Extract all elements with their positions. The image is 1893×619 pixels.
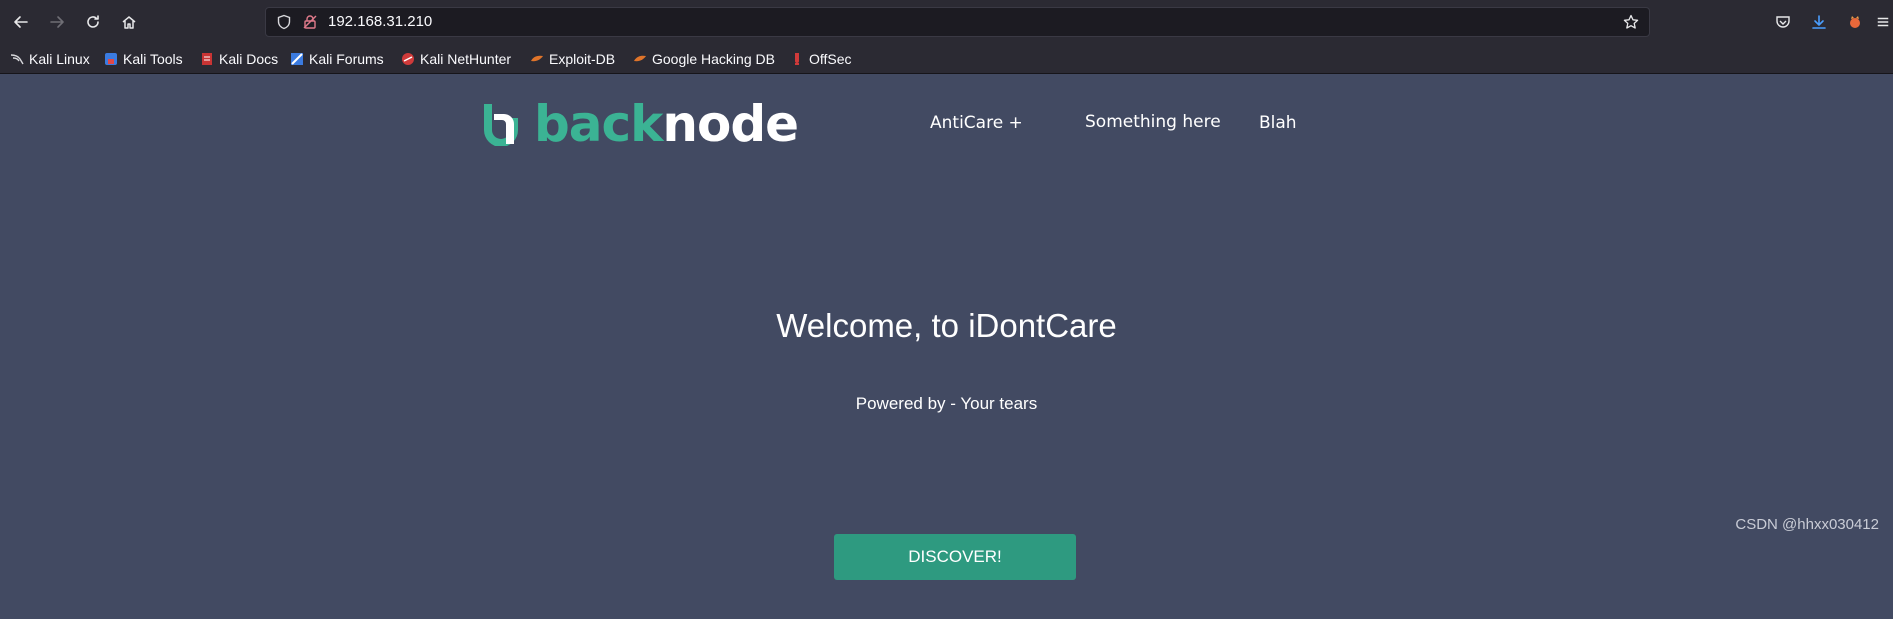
back-button[interactable]	[8, 9, 34, 35]
watermark: CSDN @hhxx030412	[1735, 516, 1879, 533]
forward-button[interactable]	[44, 9, 70, 35]
bookmark-label: Kali Linux	[29, 51, 90, 67]
pocket-button[interactable]	[1773, 12, 1793, 32]
bookmark-kali-docs[interactable]: Kali Docs	[200, 49, 278, 69]
bookmark-google-hacking-db[interactable]: Google Hacking DB	[633, 49, 775, 69]
browser-toolbar: 192.168.31.210	[0, 0, 1893, 44]
downloads-button[interactable]	[1809, 12, 1829, 32]
kali-docs-icon	[202, 53, 212, 65]
arrow-left-icon	[14, 16, 28, 28]
home-button[interactable]	[116, 9, 142, 35]
bookmark-kali-nethunter[interactable]: Kali NetHunter	[401, 49, 511, 69]
nav-link-blah[interactable]: Blah	[1259, 113, 1297, 133]
exploit-db-icon	[531, 55, 543, 62]
nethunter-icon	[402, 53, 414, 65]
bookmarks-bar: Kali Linux Kali Tools Kali Docs Kali For…	[0, 44, 1893, 74]
home-icon	[122, 16, 136, 29]
bookmark-label: Kali NetHunter	[420, 51, 512, 67]
bookmark-offsec[interactable]: OffSec	[790, 49, 852, 69]
ghdb-icon	[634, 55, 646, 62]
bookmark-label: Kali Docs	[219, 51, 279, 67]
bookmark-label: OffSec	[809, 51, 852, 67]
hero-subtitle: Powered by - Your tears	[855, 394, 1038, 413]
logo-wordmark: backnode	[534, 99, 799, 149]
bookmark-kali-linux[interactable]: Kali Linux	[10, 49, 90, 69]
bookmark-star-icon[interactable]	[1623, 14, 1639, 30]
arrow-right-icon	[50, 16, 64, 28]
offsec-icon	[795, 53, 799, 65]
bookmark-label: Exploit-DB	[549, 51, 616, 67]
reload-button[interactable]	[80, 9, 106, 35]
url-bar[interactable]: 192.168.31.210	[265, 7, 1650, 37]
bookmark-kali-tools[interactable]: Kali Tools	[104, 49, 183, 69]
reload-icon	[87, 15, 99, 28]
site-logo[interactable]: backnode	[480, 99, 799, 149]
menu-button[interactable]	[1876, 12, 1890, 32]
bookmark-label: Google Hacking DB	[652, 51, 775, 67]
bookmark-label: Kali Tools	[123, 51, 183, 67]
kali-forums-icon	[291, 53, 303, 65]
nav-link-anticare[interactable]: AntiCare +	[930, 113, 1023, 133]
download-icon	[1812, 15, 1826, 29]
backnode-logo-icon	[484, 104, 518, 146]
insecure-lock-icon[interactable]	[302, 14, 318, 30]
page-content: backnode AntiCare + Something here Blah …	[0, 75, 1893, 619]
url-text[interactable]: 192.168.31.210	[328, 13, 432, 30]
logo-text-node: node	[662, 95, 799, 153]
bookmark-kali-forums[interactable]: Kali Forums	[290, 49, 384, 69]
fox-extension-icon	[1850, 16, 1860, 28]
kali-tools-icon	[105, 53, 117, 65]
pocket-icon	[1776, 16, 1790, 28]
nav-link-something-here[interactable]: Something here	[1085, 112, 1221, 132]
kali-dragon-icon	[10, 54, 24, 65]
shield-icon[interactable]	[276, 14, 292, 30]
hero-title: Welcome, to iDontCare	[776, 307, 1117, 344]
logo-text-back: back	[534, 95, 663, 153]
hamburger-menu-icon	[1877, 17, 1889, 27]
discover-button[interactable]: DISCOVER!	[834, 534, 1076, 580]
bookmark-exploit-db[interactable]: Exploit-DB	[530, 49, 615, 69]
extension-button[interactable]	[1845, 12, 1865, 32]
bookmark-label: Kali Forums	[309, 51, 384, 67]
